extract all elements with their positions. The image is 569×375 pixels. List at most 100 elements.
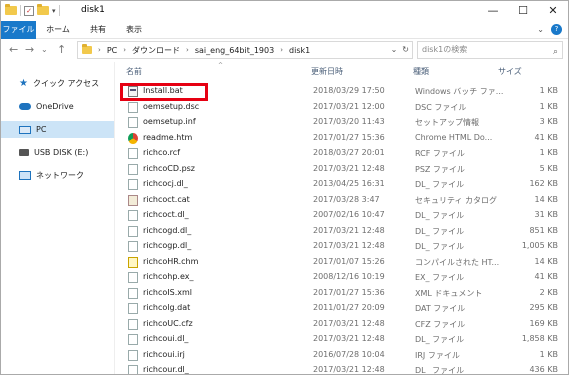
file-type: DL_ ファイル	[415, 366, 465, 375]
tab-share[interactable]: 共有	[86, 21, 110, 39]
properties-icon[interactable]: ✓	[24, 5, 34, 16]
file-row[interactable]: richcoct.dl_ 2007/02/16 10:47 DL_ ファイル 31 K…	[115, 208, 568, 224]
file-size: 436 KB	[529, 365, 558, 374]
breadcrumb-downloads[interactable]: ダウンロード	[132, 45, 180, 56]
explorer-window: ✓ ▾ disk1 — ☐ ✕ ファイル ホーム 共有 表示 ⌄ ? ← → ⌄…	[0, 0, 569, 375]
file-size: 1 KB	[539, 349, 558, 359]
search-icon[interactable]: ⌕	[553, 44, 558, 60]
file-name: richcocj.dl_	[143, 179, 188, 188]
file-rows: Install.bat 2018/03/29 17:50 Windows バッチ フ…	[115, 84, 568, 375]
file-date: 2017/01/27 15:36	[313, 287, 385, 297]
file-row[interactable]: richcoHR.chm 2017/01/07 15:26 コンパイルされた HT.…	[115, 255, 568, 271]
file-type: IRJ ファイル	[415, 350, 460, 360]
file-name: richcour.dl_	[143, 365, 189, 374]
file-date: 2018/03/27 20:01	[313, 148, 385, 157]
chevron-right-icon: ›	[98, 46, 101, 54]
file-name: richcogd.dl_	[143, 225, 192, 235]
file-size: 14 KB	[534, 194, 558, 204]
tab-view[interactable]: 表示	[121, 21, 147, 39]
chevron-right-icon: ›	[186, 46, 189, 54]
recent-locations-icon[interactable]: ⌄	[41, 43, 48, 57]
chevron-right-icon: ›	[123, 46, 127, 54]
breadcrumb-disk1[interactable]: disk1	[289, 46, 310, 55]
file-size: 1,005 KB	[521, 241, 558, 250]
customize-toolbar-icon[interactable]: ▾	[52, 7, 56, 15]
file-name: richcoct.cat	[143, 194, 190, 204]
expand-ribbon-icon[interactable]: ⌄	[537, 25, 544, 34]
file-row[interactable]: richcolg.dat 2011/01/27 20:09 DAT ファイル 295 …	[115, 301, 568, 317]
computer-icon	[19, 125, 31, 134]
file-row[interactable]: richcohp.ex_ 2008/12/16 10:19 EX_ ファイル 41 K…	[115, 270, 568, 286]
file-size: 2 KB	[539, 287, 558, 297]
chevron-right-icon: ›	[280, 46, 284, 54]
file-row[interactable]: richcocj.dl_ 2013/04/25 16:31 DL_ ファイル 162 …	[115, 177, 568, 193]
document-icon	[128, 179, 138, 190]
file-row[interactable]: richcoUC.cfz 2017/03/21 12:48 CFZ ファイル 169 …	[115, 317, 568, 333]
search-input[interactable]: disk1の検索 ⌕	[417, 41, 563, 59]
minimize-button[interactable]: —	[478, 1, 508, 21]
file-size: 1 KB	[539, 148, 558, 157]
document-icon	[128, 210, 138, 221]
file-size: 169 KB	[529, 318, 558, 328]
refresh-icon[interactable]: ↻	[402, 45, 409, 54]
file-row[interactable]: richcoIS.xml 2017/01/27 15:36 XML ドキュメント 2 …	[115, 286, 568, 302]
file-row[interactable]: richcoui.irj 2016/07/28 10:04 IRJ ファイル 1 KB	[115, 348, 568, 364]
file-type: EX_ ファイル	[415, 273, 465, 282]
column-header-name[interactable]: 名前	[126, 62, 142, 82]
nav-usb-disk[interactable]: USB DISK (E:)	[1, 144, 114, 161]
file-size: 5 KB	[539, 163, 558, 173]
file-row[interactable]: richco.rcf 2018/03/27 20:01 RCF ファイル 1 KB	[115, 146, 568, 162]
tab-home[interactable]: ホーム	[44, 21, 72, 39]
file-date: 2007/02/16 10:47	[313, 210, 385, 219]
column-header-date[interactable]: 更新日時	[311, 62, 343, 82]
breadcrumb-pc[interactable]: PC	[107, 46, 117, 55]
document-icon	[128, 349, 138, 361]
file-row[interactable]: richcogp.dl_ 2017/03/21 12:48 DL_ ファイル 1,00…	[115, 239, 568, 255]
nav-pc[interactable]: PC	[1, 121, 114, 138]
address-bar[interactable]: › PC › ダウンロード › sai_eng_64bit_1903 › dis…	[77, 41, 413, 59]
help-icon[interactable]: ?	[551, 24, 562, 35]
file-row[interactable]: richcoct.cat 2017/03/28 3:47 セキュリティ カタログ 14…	[115, 193, 568, 209]
file-type: Chrome HTML Do...	[415, 132, 493, 142]
file-date: 2013/04/25 16:31	[313, 179, 385, 188]
nav-quick-access[interactable]: ★ クイック アクセス	[1, 75, 114, 92]
file-size: 162 KB	[529, 179, 558, 188]
close-button[interactable]: ✕	[538, 1, 568, 21]
file-row[interactable]: richcoCD.psz 2017/03/21 12:48 PSZ ファイル 5 KB	[115, 162, 568, 178]
file-date: 2017/03/21 12:48	[313, 225, 385, 235]
tab-file[interactable]: ファイル	[1, 21, 36, 39]
address-row: ← → ⌄ ↑ › PC › ダウンロード › sai_eng_64bit_19…	[1, 39, 568, 61]
back-arrow-icon[interactable]: ←	[9, 43, 18, 57]
document-icon	[128, 148, 138, 159]
file-size: 41 KB	[534, 132, 558, 142]
file-type: DAT ファイル	[415, 304, 466, 313]
chevron-down-icon[interactable]: ⌄	[391, 45, 398, 54]
file-type: DL_ ファイル	[415, 180, 465, 189]
file-row[interactable]: oemsetup.dsc 2017/03/21 12:00 DSC ファイル 1 KB	[115, 100, 568, 116]
file-row[interactable]: richcour.dl_ 2017/03/21 12:48 DL_ ファイル 436 …	[115, 363, 568, 375]
column-header-type[interactable]: 種類	[413, 62, 429, 82]
nav-network[interactable]: ネットワーク	[1, 167, 114, 184]
document-icon	[128, 163, 138, 175]
title-bar: ✓ ▾ disk1 — ☐ ✕	[1, 1, 568, 21]
forward-arrow-icon[interactable]: →	[25, 43, 34, 57]
document-icon	[128, 225, 138, 237]
file-type: XML ドキュメント	[415, 288, 483, 298]
new-folder-icon[interactable]	[37, 4, 49, 15]
up-arrow-icon[interactable]: ↑	[57, 43, 66, 57]
usb-drive-icon	[19, 149, 29, 156]
file-name: richcoct.dl_	[143, 210, 189, 219]
chrome-icon	[128, 132, 138, 144]
nav-item-label: クイック アクセス	[32, 79, 100, 88]
file-row[interactable]: richcoui.dl_ 2017/03/21 12:48 DL_ ファイル 1,85…	[115, 332, 568, 348]
maximize-button[interactable]: ☐	[508, 1, 538, 21]
file-name: richcoui.irj	[143, 349, 185, 359]
file-row[interactable]: richcogd.dl_ 2017/03/21 12:48 DL_ ファイル 851 …	[115, 224, 568, 240]
file-row[interactable]: readme.htm 2017/01/27 15:36 Chrome HTML Do…	[115, 131, 568, 147]
quick-access-toolbar: ✓ ▾	[5, 4, 60, 16]
file-name: readme.htm	[143, 132, 193, 142]
breadcrumb-sai-folder[interactable]: sai_eng_64bit_1903	[195, 46, 274, 55]
nav-onedrive[interactable]: OneDrive	[1, 98, 114, 115]
column-header-size[interactable]: サイズ	[498, 62, 522, 82]
file-row[interactable]: oemsetup.inf 2017/03/20 11:43 セットアップ情報 3 KB	[115, 115, 568, 131]
